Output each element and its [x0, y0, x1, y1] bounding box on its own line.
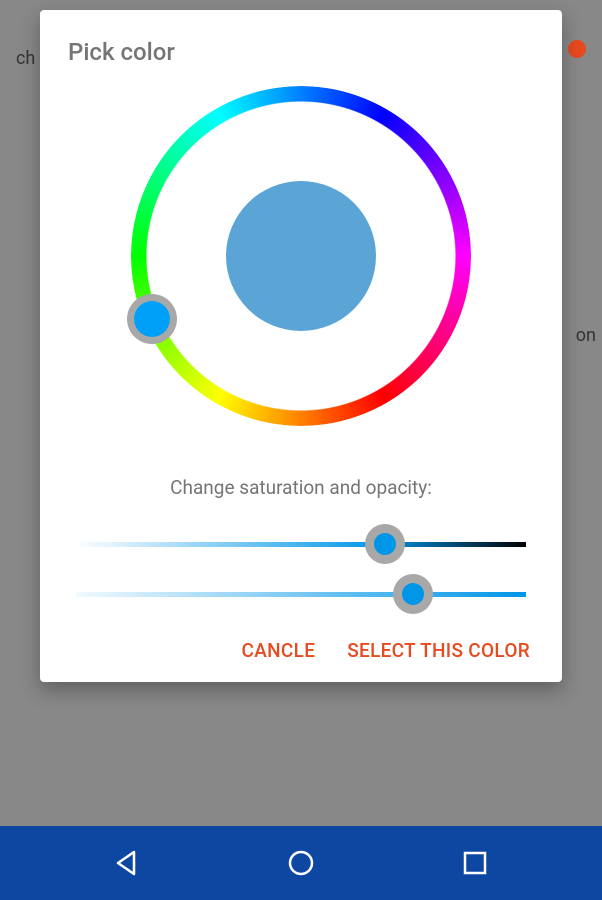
- saturation-handle[interactable]: [374, 533, 396, 555]
- opacity-slider[interactable]: [68, 577, 534, 611]
- hue-handle[interactable]: [134, 301, 170, 337]
- selected-color-preview: [226, 181, 376, 331]
- android-navigation-bar: [0, 826, 602, 900]
- saturation-track: [76, 542, 526, 547]
- saturation-slider[interactable]: [68, 527, 534, 561]
- back-icon[interactable]: [112, 848, 142, 878]
- background-text-right: on: [576, 325, 596, 346]
- home-icon[interactable]: [286, 848, 316, 878]
- dialog-button-row: CANCLE SELECT THIS COLOR: [68, 639, 534, 662]
- cancel-button[interactable]: CANCLE: [242, 639, 316, 662]
- select-color-button[interactable]: SELECT THIS COLOR: [347, 639, 530, 662]
- opacity-handle[interactable]: [402, 583, 424, 605]
- color-picker-dialog: Pick color Change saturation and opacity…: [40, 10, 562, 682]
- recents-icon[interactable]: [460, 848, 490, 878]
- opacity-track: [76, 592, 526, 597]
- hue-wheel[interactable]: [131, 86, 471, 426]
- background-text-left: ch: [16, 48, 35, 69]
- background-accent-dot: [568, 40, 586, 58]
- dialog-title: Pick color: [68, 38, 534, 66]
- color-wheel-container: [68, 76, 534, 446]
- sliders-label: Change saturation and opacity:: [68, 476, 534, 499]
